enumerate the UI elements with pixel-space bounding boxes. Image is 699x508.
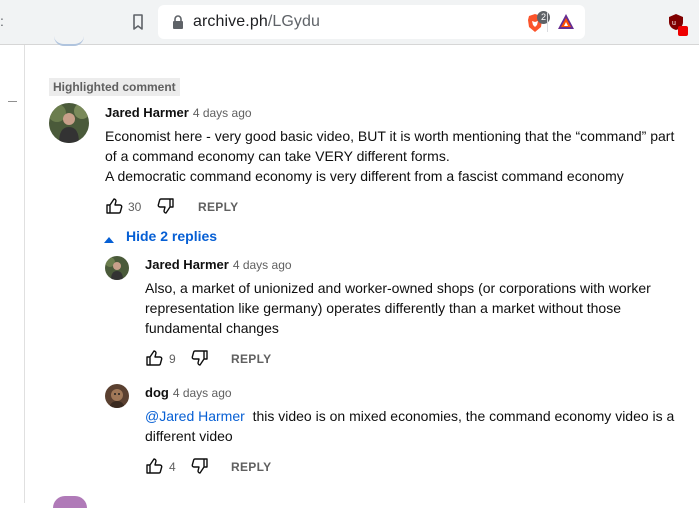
lock-icon[interactable] [170, 14, 186, 30]
svg-text:u: u [672, 20, 676, 27]
url-host: archive.ph [193, 13, 268, 30]
address-bar[interactable]: archive.ph/LGydu 2 [158, 5, 585, 39]
highlighted-comment-label: Highlighted comment [49, 78, 180, 96]
like-count: 4 [169, 460, 176, 474]
comment-line: of a command economy can take VERY diffe… [105, 148, 450, 164]
reply-actions: 4 REPLY [145, 457, 305, 477]
reply-line: fundamental changes [145, 320, 279, 336]
author-name[interactable]: Jared Harmer [105, 105, 189, 120]
reply-time[interactable]: 4 days ago [173, 386, 232, 400]
brave-rewards-icon[interactable] [556, 12, 576, 32]
comment-line: Economist here - very good basic video, … [105, 128, 675, 144]
reply-line: @Jared Harmer this video is on mixed eco… [145, 406, 690, 426]
comment-time[interactable]: 4 days ago [193, 106, 252, 120]
reply-button[interactable]: REPLY [231, 352, 271, 366]
url-text[interactable]: archive.ph/LGydu [193, 13, 320, 31]
browser-toolbar: : archive.ph/LGydu 2 u [0, 0, 699, 45]
url-path: /LGydu [267, 13, 321, 30]
caret-up-icon [104, 231, 114, 249]
next-avatar-partial [53, 496, 87, 508]
reply-button[interactable]: REPLY [231, 460, 271, 474]
mention-link[interactable]: @Jared Harmer [145, 408, 245, 424]
reply-text: Also, a market of unionized and worker-o… [145, 278, 685, 338]
comment-author[interactable]: Jared Harmer 4 days ago [105, 105, 252, 120]
page-left-border [24, 45, 25, 503]
reply-button[interactable]: REPLY [198, 200, 238, 214]
bookmark-icon[interactable] [128, 12, 148, 32]
avatar[interactable] [105, 384, 129, 408]
reply-line: Also, a market of unionized and worker-o… [145, 280, 651, 296]
dislike-icon[interactable] [191, 349, 209, 372]
extension-alert-icon [678, 26, 688, 36]
reply-author[interactable]: dog 4 days ago [145, 385, 232, 400]
avatar[interactable] [49, 103, 89, 143]
comment-line: A democratic command economy is very dif… [105, 168, 624, 184]
reply-author[interactable]: Jared Harmer 4 days ago [145, 257, 292, 272]
dislike-icon[interactable] [191, 457, 209, 480]
like-icon[interactable] [145, 349, 163, 372]
address-bar-divider [547, 12, 548, 32]
avatar[interactable] [105, 256, 129, 280]
reply-time[interactable]: 4 days ago [233, 258, 292, 272]
like-icon[interactable] [105, 197, 123, 220]
hide-replies-label: Hide 2 replies [126, 228, 218, 244]
like-count: 30 [128, 200, 142, 214]
shields-count-badge: 2 [537, 11, 550, 24]
reply-line: different video [145, 428, 233, 444]
reply-line-rest: this video is on mixed economies, the co… [252, 408, 675, 424]
reply-line: representation like germany) operates di… [145, 300, 621, 316]
like-icon[interactable] [145, 457, 163, 480]
comment-actions: 30 REPLY [105, 197, 305, 217]
collapse-minus-icon[interactable] [8, 101, 17, 102]
author-name[interactable]: dog [145, 385, 169, 400]
reply-actions: 9 REPLY [145, 349, 305, 369]
toolbar-edge-icon: : [0, 13, 4, 29]
like-count: 9 [169, 352, 176, 366]
reply-text: @Jared Harmer this video is on mixed eco… [145, 406, 690, 446]
author-name[interactable]: Jared Harmer [145, 257, 229, 272]
dislike-icon[interactable] [157, 197, 175, 220]
comment-text: Economist here - very good basic video, … [105, 126, 695, 186]
